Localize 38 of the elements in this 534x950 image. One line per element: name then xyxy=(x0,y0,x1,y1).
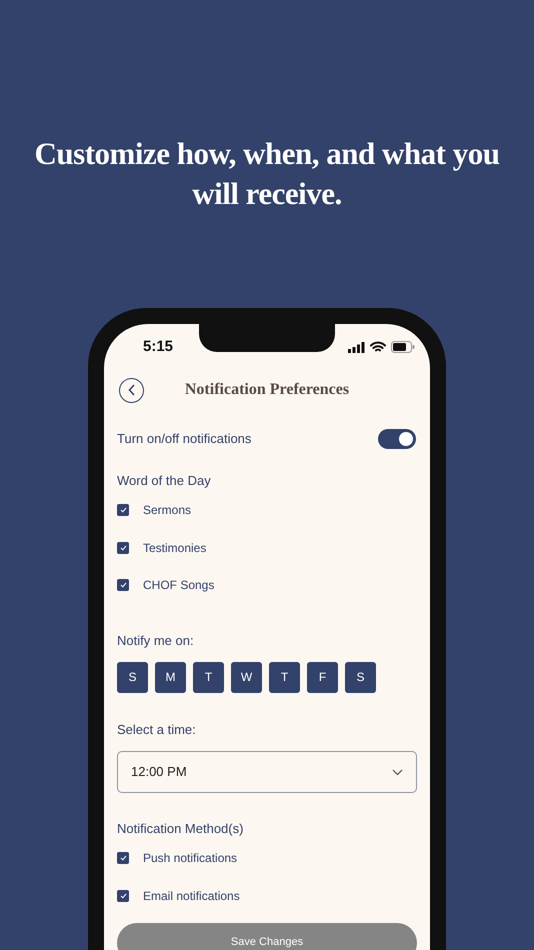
checkbox[interactable] xyxy=(117,504,129,516)
screen-title: Notification Preferences xyxy=(184,380,350,400)
section-title: Notify me on: xyxy=(117,632,195,650)
checkmark-icon xyxy=(120,507,126,514)
wifi-icon xyxy=(370,341,386,353)
day-button[interactable]: T xyxy=(193,662,224,692)
checkmark-icon xyxy=(120,582,126,588)
option-label: Testimonies xyxy=(143,540,206,557)
back-icon xyxy=(128,384,136,396)
status-time: 5:15 xyxy=(143,336,174,357)
checkbox[interactable] xyxy=(117,579,129,592)
option-label: CHOF Songs xyxy=(143,577,214,594)
signal-icon xyxy=(348,342,365,352)
day-button[interactable]: T xyxy=(269,662,300,692)
back-button[interactable] xyxy=(119,378,144,402)
day-button[interactable]: S xyxy=(345,662,376,692)
option-label: Email notifications xyxy=(143,888,240,905)
section-title: Notification Method(s) xyxy=(117,820,244,838)
option-label: Sermons xyxy=(143,502,192,520)
section-title: Word of the Day xyxy=(117,472,212,490)
section-title: Select a time: xyxy=(117,720,197,738)
checkmark-icon xyxy=(120,855,126,862)
day-button[interactable]: S xyxy=(117,662,148,692)
checkbox[interactable] xyxy=(117,852,129,864)
headline: Customize how, when, and what you will receive. xyxy=(34,135,500,213)
chevron-down-icon xyxy=(392,768,403,776)
notifications-toggle[interactable] xyxy=(378,429,416,449)
checkbox[interactable] xyxy=(117,542,129,554)
time-dropdown[interactable]: 12:00 PM xyxy=(117,751,417,793)
checkmark-icon xyxy=(120,892,126,899)
day-button[interactable]: F xyxy=(307,662,338,692)
checkmark-icon xyxy=(120,544,126,551)
option-label: Push notifications xyxy=(143,850,238,868)
battery-icon xyxy=(391,341,415,353)
toggle-label: Turn on/off notifications xyxy=(117,430,252,448)
day-button[interactable]: M xyxy=(155,662,186,692)
checkbox[interactable] xyxy=(117,890,129,902)
day-button[interactable]: W xyxy=(231,662,262,692)
